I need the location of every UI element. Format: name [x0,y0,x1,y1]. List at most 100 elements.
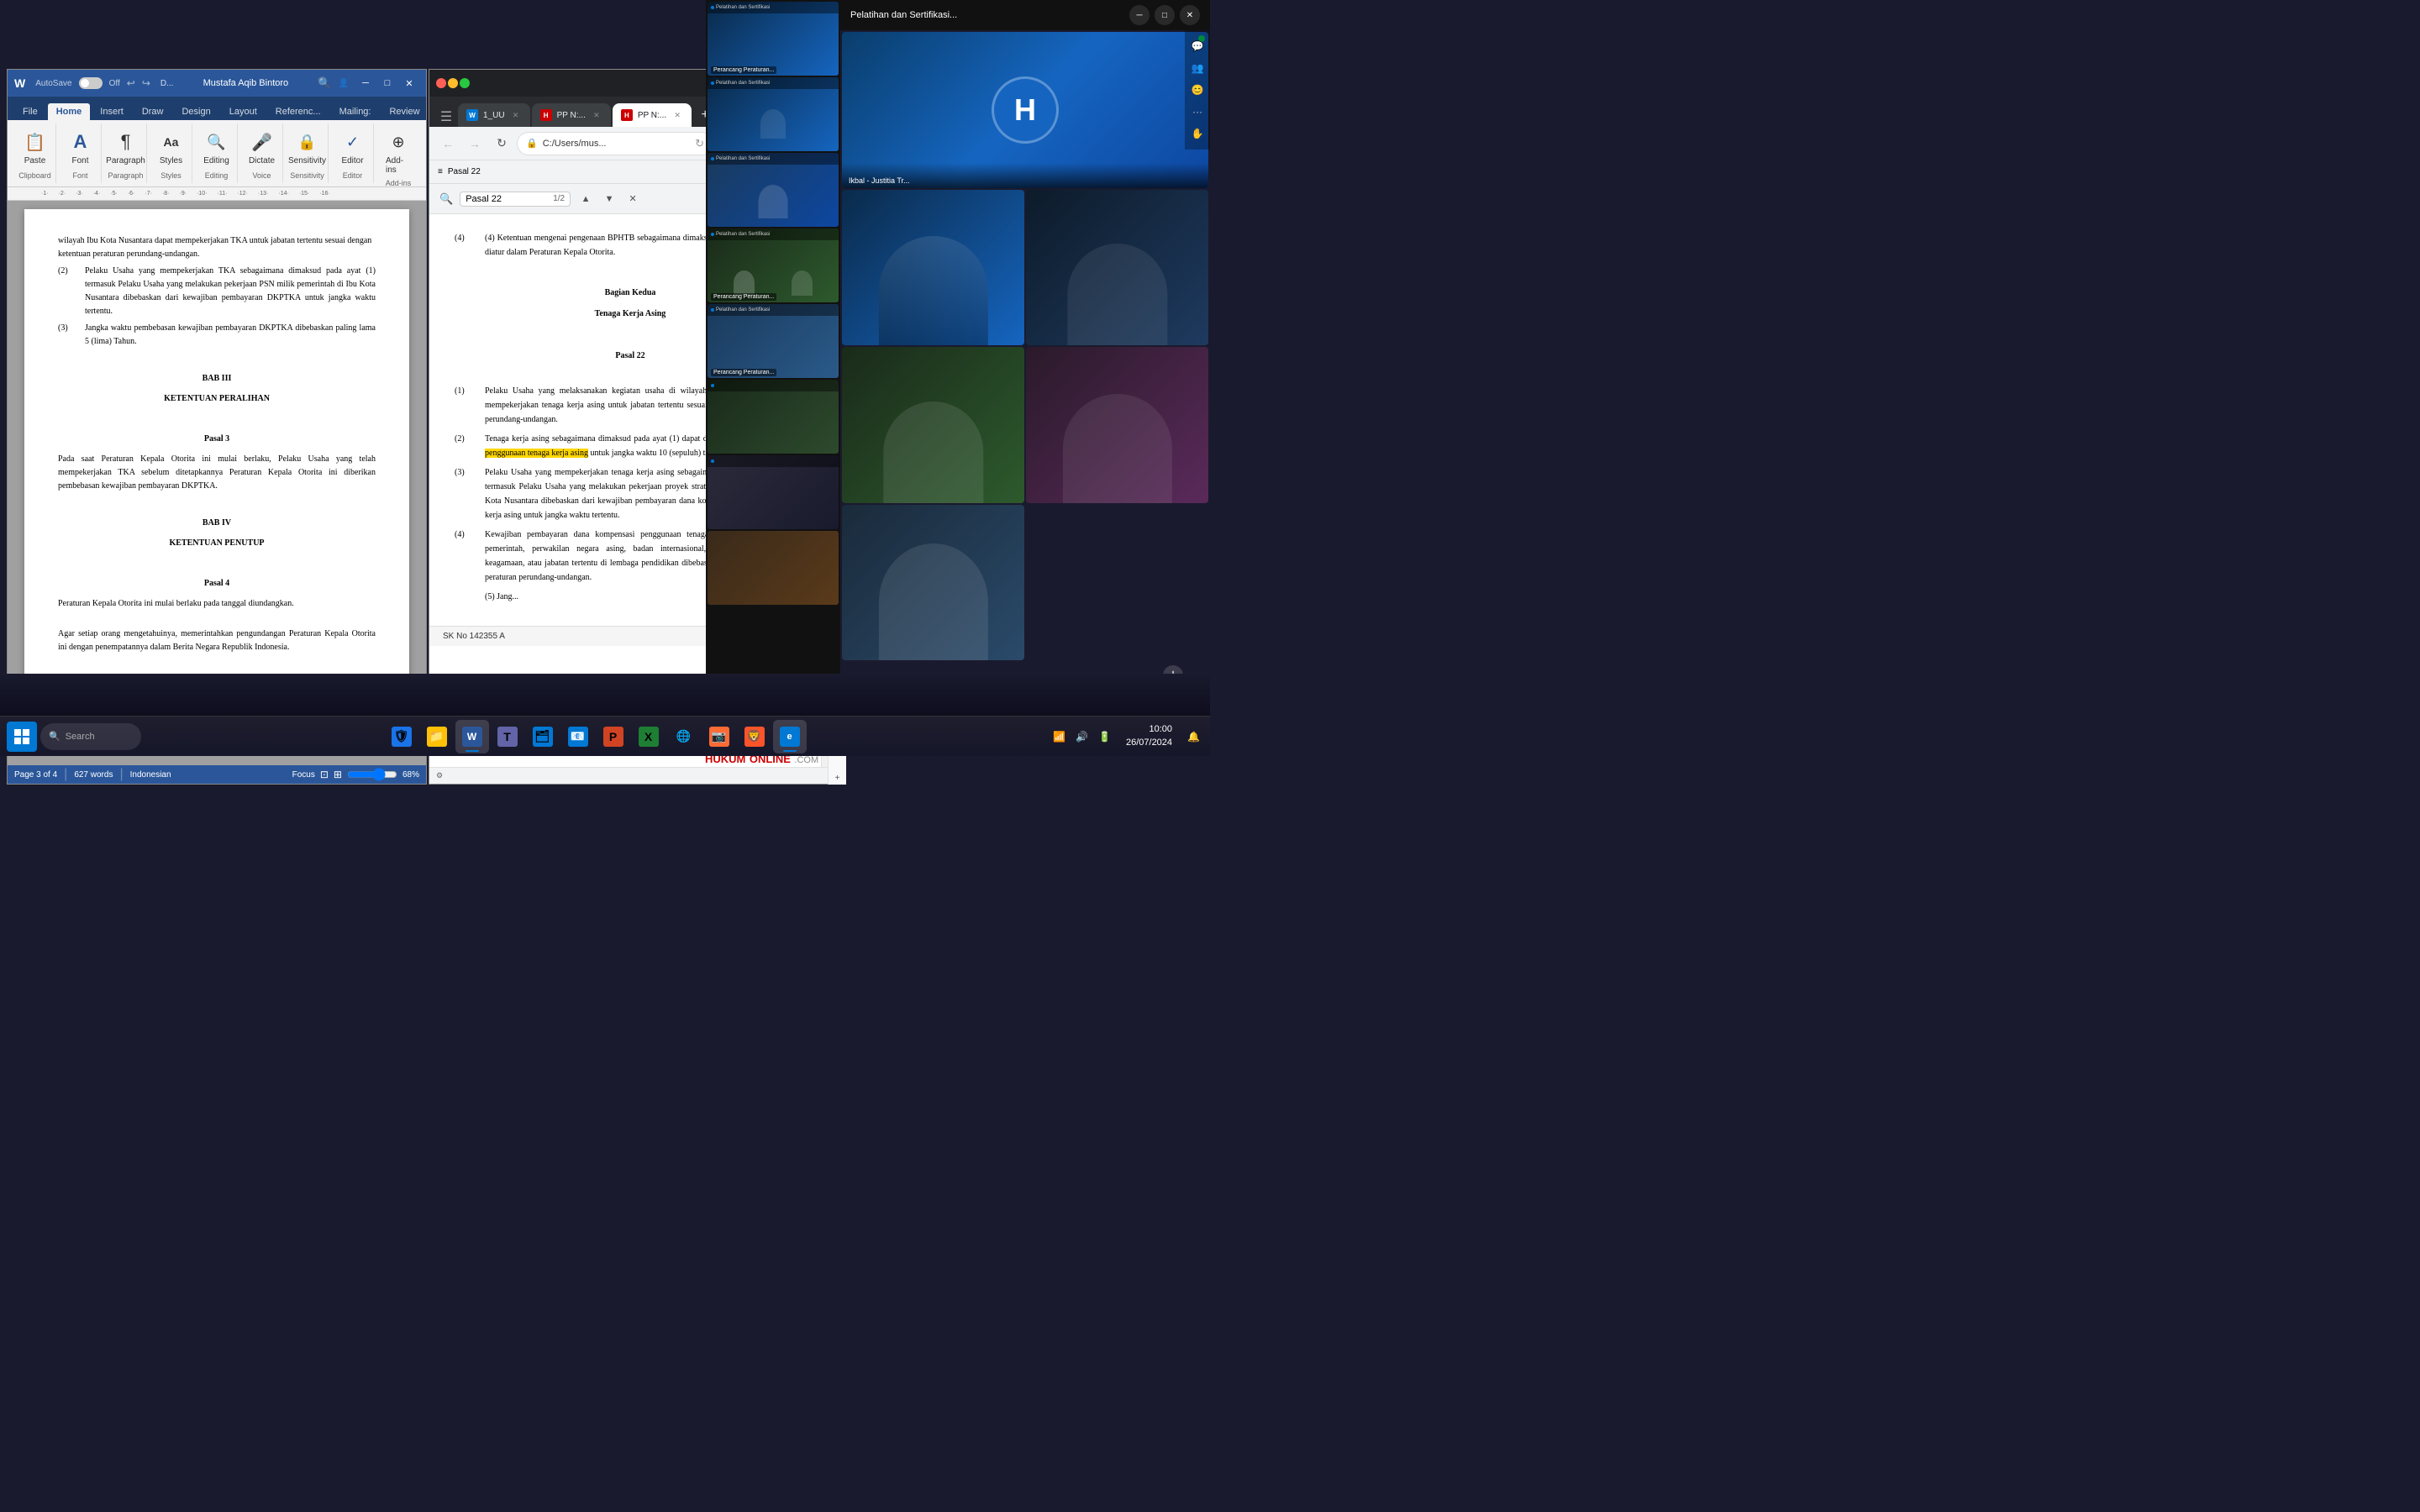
network-icon[interactable]: 📶 [1050,727,1069,746]
addins-btn[interactable]: ⊕ Add-ins [381,127,416,177]
volume-icon[interactable]: 🔊 [1072,727,1092,746]
minimize-btn[interactable]: ─ [355,75,376,92]
taskbar-brave[interactable]: 🦁 [738,720,771,753]
paste-btn[interactable]: 📋 Paste [18,127,53,168]
editor-btn[interactable]: ✓ Editor [335,127,371,168]
thumbnail-8[interactable] [708,531,839,605]
meeting-title: Pelatihan dan Sertifikasi... [850,10,1123,20]
refresh-btn[interactable]: ↻ [490,132,513,155]
taskbar-search[interactable]: 🔍 Search [40,723,141,750]
find-down-btn[interactable]: ▼ [601,191,618,207]
tab-draw[interactable]: Draw [134,103,172,120]
thumb-bg-4: Pelatihan dan Sertifikasi [708,228,839,302]
pasal3-title: Pasal 3 [58,433,376,446]
taskbar-outlook[interactable]: 📧 [561,720,595,753]
browser-min-btn[interactable] [448,78,458,88]
vid-close-btn[interactable]: ✕ [1180,5,1200,25]
taskbar-security[interactable]: 🛡 [385,720,418,753]
find-up-btn[interactable]: ▲ [577,191,594,207]
undo-btn[interactable]: ↩ [127,77,135,89]
tab-insert[interactable]: Insert [92,103,132,120]
find-search-input[interactable] [466,194,550,204]
taskbar-teams[interactable]: T [491,720,524,753]
vid-minimize-btn[interactable]: ─ [1129,5,1150,25]
video-panel: Pelatihan dan Sertifikasi... ─ □ ✕ H Ikb… [840,0,1210,716]
redo-btn[interactable]: ↪ [142,77,150,89]
participants-icon[interactable]: 👥 [1188,59,1207,77]
taskbar-chrome[interactable]: 🌐 [667,720,701,753]
styles-btn[interactable]: Aa Styles [154,127,189,168]
thumb-bg-1: Pelatihan dan Sertifikasi [708,2,839,76]
forward-btn[interactable]: → [463,132,487,155]
notification-icon[interactable]: 🔔 [1184,727,1203,746]
find-close-btn[interactable]: ✕ [624,191,641,207]
start-button[interactable] [7,722,37,752]
font-btn[interactable]: A Font [63,127,98,168]
taskbar-explorer[interactable]: 📁 [420,720,454,753]
sensitivity-icon: 🔒 [295,129,320,155]
thumbnail-6[interactable] [708,380,839,454]
tab-mailing[interactable]: Mailing: [331,103,380,120]
tab-close-1[interactable]: ✕ [510,109,522,121]
zoom-slider[interactable] [347,768,397,781]
security-icon: 🛡 [392,727,412,747]
thumbnail-4[interactable]: Pelatihan dan Sertifikasi Perancang Pera… [708,228,839,302]
taskbar-word[interactable]: W [455,720,489,753]
taskbar-files[interactable]: 🗂 [526,720,560,753]
tab-close-3[interactable]: ✕ [671,109,683,121]
thumbnail-7[interactable] [708,455,839,529]
dictate-btn[interactable]: 🎤 Dictate [244,127,280,168]
search-btn[interactable]: 🔍 [318,76,331,90]
react-icon[interactable]: 😊 [1188,81,1207,99]
vid-maximize-btn[interactable]: □ [1155,5,1175,25]
back-btn[interactable]: ← [436,132,460,155]
maximize-btn[interactable]: □ [377,75,397,92]
search-placeholder: Search [66,732,95,742]
more-options-icon[interactable]: ··· [1188,102,1207,121]
reload-icon[interactable]: ↻ [695,137,704,150]
browser-tab-1[interactable]: W 1_UU ✕ [458,103,530,127]
thumbnail-2[interactable]: Pelatihan dan Sertifikasi [708,77,839,151]
thumb-bg-8 [708,531,839,605]
video-bg-6 [842,505,1024,661]
battery-icon[interactable]: 🔋 [1095,727,1114,746]
autosave-toggle[interactable] [79,77,103,89]
focus-btn[interactable]: Focus [292,770,315,780]
tab-review[interactable]: Review [381,103,428,120]
thumbnail-1[interactable]: Pelatihan dan Sertifikasi Perancang Pera… [708,2,839,76]
close-btn[interactable]: ✕ [399,75,419,92]
hand-raise-icon[interactable]: ✋ [1188,124,1207,143]
thumbnail-3[interactable]: Pelatihan dan Sertifikasi [708,153,839,227]
clipboard-group: 📋 Paste Clipboard [14,123,56,183]
taskbar-excel[interactable]: X [632,720,666,753]
tab-reference[interactable]: Referenc... [267,103,329,120]
browser-tab-3[interactable]: H PP N:... ✕ [613,103,692,127]
web-layout-btn[interactable]: ⊞ [334,769,342,780]
tab-layout[interactable]: Layout [221,103,266,120]
taskbar-edge[interactable]: e [773,720,807,753]
sidebar-toggle[interactable]: ☰ [436,107,456,127]
browser-close-btn[interactable] [436,78,446,88]
editing-btn[interactable]: 🔍 Editing [198,127,234,168]
thumbnail-5[interactable]: Pelatihan dan Sertifikasi Perancang Pera… [708,304,839,378]
account-btn[interactable]: 👤 [339,79,349,88]
system-clock[interactable]: 10:00 26/07/2024 [1119,720,1179,753]
sensitivity-btn[interactable]: 🔒 Sensitivity [283,127,331,168]
thumbnail-strip: Pelatihan dan Sertifikasi Perancang Pera… [706,0,840,716]
address-bar[interactable]: 🔒 C:/Users/mus... ↻ [517,132,713,155]
tab-design[interactable]: Design [173,103,218,120]
chat-icon[interactable]: 💬 [1188,37,1207,55]
tab-file[interactable]: File [14,103,46,120]
browser-tab-2[interactable]: H PP N:... ✕ [532,103,611,127]
taskbar-photos[interactable]: 📷 [702,720,736,753]
taskbar-powerpoint[interactable]: P [597,720,630,753]
tab-label-2: PP N:... [557,111,586,120]
print-layout-btn[interactable]: ⊡ [320,769,329,780]
edge-settings-btn[interactable]: + [831,771,844,785]
paragraph-btn[interactable]: ¶ Paragraph [101,127,150,168]
video-cell-6 [842,505,1024,661]
tab-close-2[interactable]: ✕ [591,109,602,121]
thumb-bg-3: Pelatihan dan Sertifikasi [708,153,839,227]
browser-max-btn[interactable] [460,78,470,88]
tab-home[interactable]: Home [48,103,91,120]
